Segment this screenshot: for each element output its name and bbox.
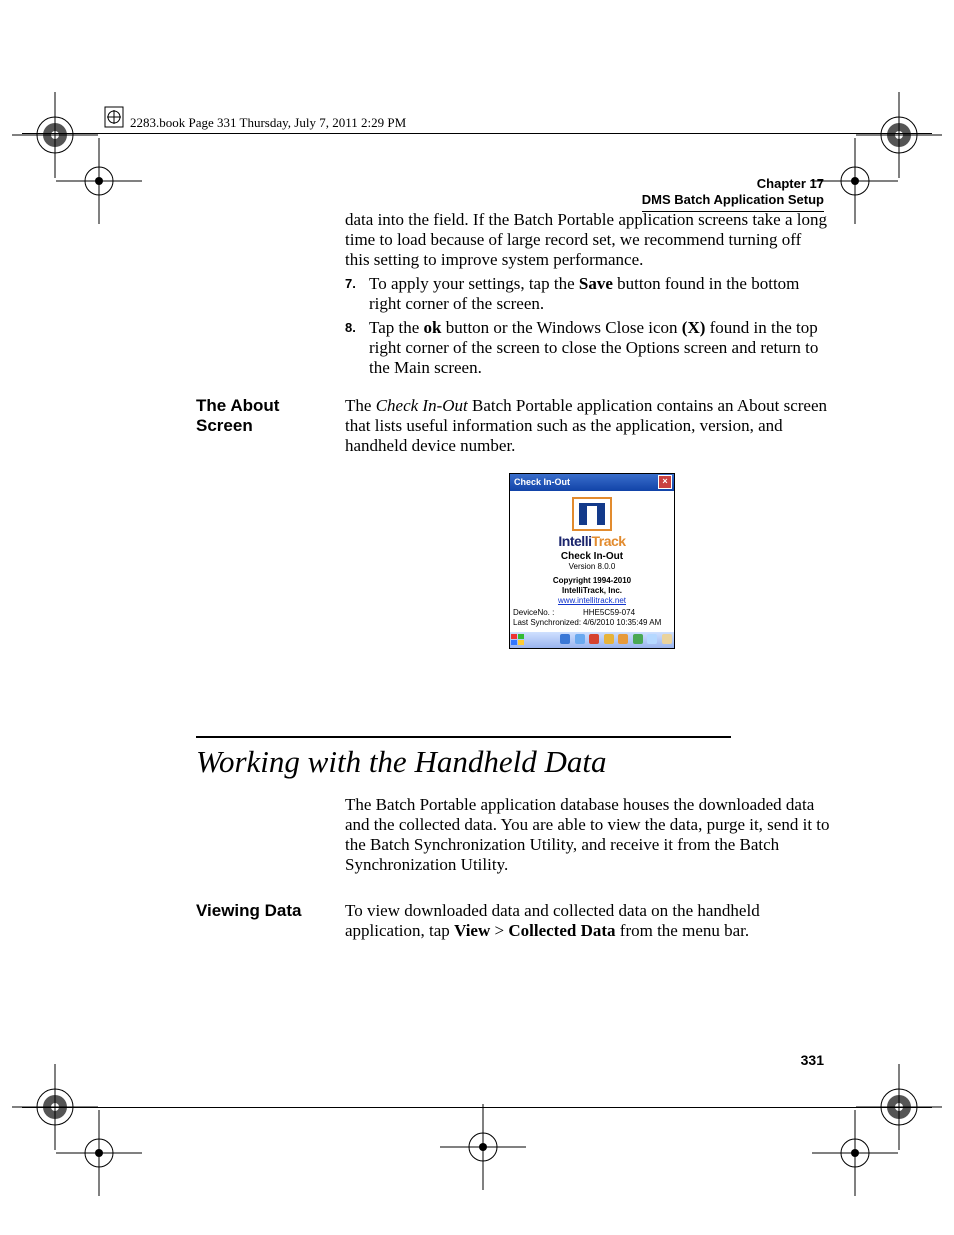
paragraph-text: data into the field. If the Batch Portab… [345, 210, 830, 270]
close-icon: × [658, 475, 672, 489]
company-text: IntelliTrack, Inc. [510, 586, 674, 596]
tray-icon [560, 634, 570, 644]
tray-icon [633, 634, 643, 644]
sync-label: Last Synchronized: [513, 618, 583, 628]
section-heading-viewing: Viewing Data [196, 901, 336, 921]
section-title: Working with the Handheld Data [196, 736, 731, 780]
crop-mark-icon [12, 92, 98, 178]
chapter-title: DMS Batch Application Setup [642, 192, 824, 211]
tray-icon [618, 634, 628, 644]
tray-icon [647, 634, 657, 644]
about-screenshot: Check In-Out × IntelliTrack Check In-Out… [509, 473, 675, 649]
viewing-paragraph: To view downloaded data and collected da… [345, 901, 830, 941]
screenshot-titlebar: Check In-Out × [510, 474, 674, 491]
company-url: www.intellitrack.net [558, 596, 626, 605]
page: 2283.book Page 331 Thursday, July 7, 201… [0, 0, 954, 1235]
working-paragraph: The Batch Portable application database … [345, 795, 830, 875]
about-paragraph: The Check In-Out Batch Portable applicat… [345, 396, 830, 456]
logo-icon [572, 497, 612, 531]
crop-mark-icon [440, 1104, 526, 1190]
tray-icons [559, 634, 673, 646]
rule-line [22, 1107, 932, 1108]
crop-mark-icon [56, 138, 142, 224]
running-head: 2283.book Page 331 Thursday, July 7, 201… [130, 115, 406, 131]
list-text: Tap the ok button or the Windows Close i… [369, 318, 830, 378]
device-value: HHE5C59-074 [583, 608, 635, 618]
list-item: 8. Tap the ok button or the Windows Clos… [345, 318, 830, 378]
list-number: 7. [345, 276, 356, 291]
screenshot-title: Check In-Out [514, 477, 570, 487]
tray-icon [575, 634, 585, 644]
section-heading-about: The About Screen [196, 396, 336, 437]
tray-icon [604, 634, 614, 644]
body-paragraph: data into the field. If the Batch Portab… [345, 210, 830, 276]
tray-icon [589, 634, 599, 644]
crop-mark-icon [812, 1110, 898, 1196]
brand-logo-text: IntelliTrack [510, 533, 674, 549]
rule-line [22, 133, 932, 134]
chapter-header: Chapter 17 DMS Batch Application Setup [642, 176, 824, 212]
device-label: DeviceNo. : [513, 608, 583, 618]
list-text: To apply your settings, tap the Save but… [369, 274, 830, 314]
copyright-text: Copyright 1994-2010 [510, 576, 674, 586]
list-item: 7. To apply your settings, tap the Save … [345, 274, 830, 314]
crop-mark-icon [56, 1110, 142, 1196]
windows-start-icon [511, 634, 525, 646]
page-icon [104, 106, 124, 133]
sync-value: 4/6/2010 10:35:49 AM [583, 618, 661, 628]
chapter-number: Chapter 17 [642, 176, 824, 192]
tray-icon [662, 634, 672, 644]
product-name: Check In-Out [510, 551, 674, 562]
list-number: 8. [345, 320, 356, 335]
version-text: Version 8.0.0 [510, 562, 674, 572]
page-number: 331 [801, 1052, 824, 1068]
device-info: DeviceNo. :HHE5C59-074 Last Synchronized… [510, 606, 674, 632]
taskbar [510, 632, 674, 648]
crop-mark-icon [856, 92, 942, 178]
